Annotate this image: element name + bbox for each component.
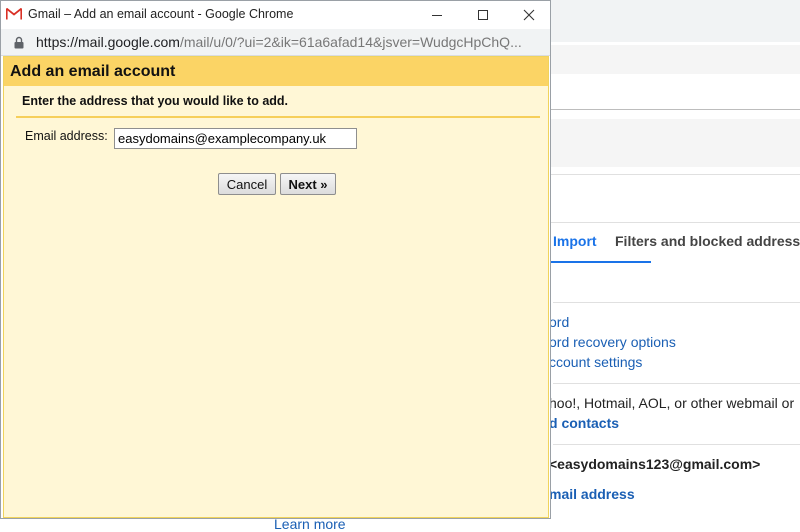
close-button[interactable] [506, 1, 552, 29]
other-account-settings-link[interactable]: ccount settings [549, 354, 642, 370]
maximize-button[interactable] [460, 1, 506, 29]
send-as-address: <easydomains123@gmail.com> [549, 456, 761, 472]
import-mail-contacts-link[interactable]: d contacts [549, 415, 619, 431]
address-bar[interactable]: https://mail.google.com/mail/u/0/?ui=2&i… [1, 29, 550, 56]
cancel-button[interactable]: Cancel [218, 173, 276, 195]
add-email-dialog: Add an email account Enter the address t… [3, 56, 549, 518]
window-title: Gmail – Add an email account - Google Ch… [28, 7, 294, 21]
tab-accounts-and-import[interactable]: Import [549, 233, 650, 263]
url-path: /mail/u/0/?ui=2&ik=61a6afad14&jsver=Wudg… [179, 34, 522, 50]
url-text: https://mail.google.com/mail/u/0/?ui=2&i… [36, 34, 522, 50]
lock-icon [14, 36, 24, 49]
minimize-icon [432, 15, 442, 16]
add-email-address-link[interactable]: mail address [549, 486, 635, 502]
divider [553, 444, 800, 445]
divider [553, 383, 800, 384]
minimize-button[interactable] [414, 1, 460, 29]
email-address-label: Email address: [25, 129, 108, 143]
gmail-icon [6, 8, 22, 20]
password-recovery-link[interactable]: ord recovery options [549, 334, 676, 350]
divider [553, 302, 800, 303]
maximize-icon [478, 10, 488, 20]
tab-filters[interactable]: Filters and blocked address [615, 233, 800, 261]
title-bar[interactable]: Gmail – Add an email account - Google Ch… [1, 1, 550, 29]
import-description: hoo!, Hotmail, AOL, or other webmail or [549, 395, 795, 411]
email-address-input[interactable] [114, 128, 357, 149]
close-icon [523, 9, 535, 21]
url-domain: https://mail.google.com [36, 34, 180, 50]
popup-window: Gmail – Add an email account - Google Ch… [0, 0, 551, 519]
dialog-instruction: Enter the address that you would like to… [22, 94, 289, 108]
change-password-link[interactable]: ord [549, 314, 569, 330]
dialog-divider [16, 116, 540, 118]
next-button[interactable]: Next » [280, 173, 336, 195]
dialog-title: Add an email account [10, 63, 176, 80]
dialog-header: Add an email account [4, 57, 548, 86]
